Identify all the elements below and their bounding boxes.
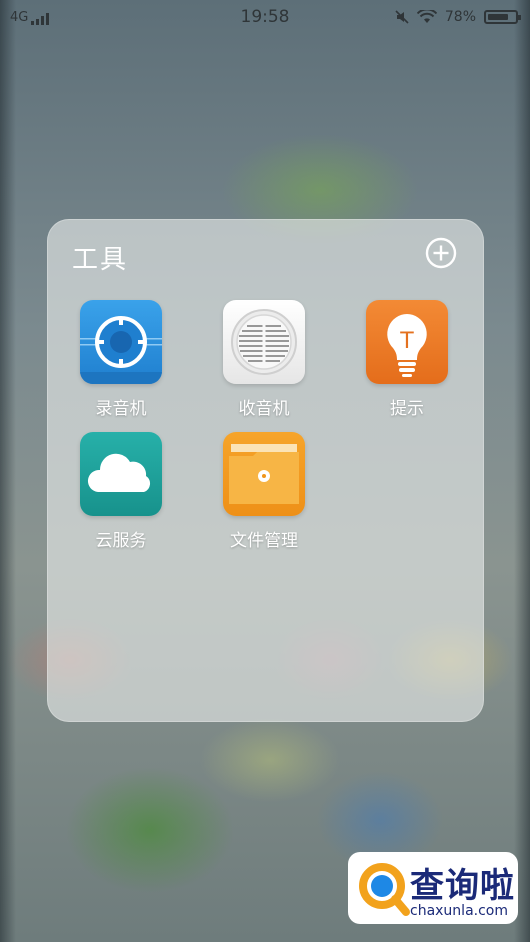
recorder-icon <box>80 300 162 384</box>
app-file-manager[interactable]: 文件管理 <box>204 432 324 551</box>
screen-edge-shadow-right <box>514 0 530 942</box>
folder-icon <box>223 432 305 516</box>
app-tips[interactable]: T 提示 <box>347 300 467 419</box>
folder-title[interactable]: 工具 <box>72 239 128 276</box>
radio-icon <box>223 300 305 384</box>
app-label: 文件管理 <box>230 531 298 551</box>
app-label: 云服务 <box>95 531 147 551</box>
add-app-button[interactable] <box>425 237 457 269</box>
app-label: 收音机 <box>238 399 290 419</box>
app-folder-panel: 工具 录音机 收音机 T 提示 云服务 文件管理 <box>47 219 484 722</box>
status-bar: 4G 19:58 78% <box>0 0 530 34</box>
status-icons: 78% <box>395 9 521 25</box>
battery-percent: 78% <box>444 9 476 25</box>
watermark-url: chaxunla.com <box>410 903 508 919</box>
cloud-icon <box>80 432 162 516</box>
watermark-title: 查询啦 <box>410 866 515 906</box>
battery-icon <box>484 10 521 24</box>
app-label: 提示 <box>390 399 424 419</box>
screen-edge-shadow-left <box>0 0 16 942</box>
app-radio[interactable]: 收音机 <box>204 300 324 419</box>
app-cloud-service[interactable]: 云服务 <box>61 432 181 551</box>
wifi-icon <box>416 10 437 23</box>
battery-level <box>488 14 509 20</box>
mute-icon <box>395 10 409 24</box>
svg-text:T: T <box>399 329 414 354</box>
lightbulb-icon: T <box>366 300 448 384</box>
app-recorder[interactable]: 录音机 <box>61 300 181 419</box>
site-watermark: 查询啦 chaxunla.com <box>348 852 518 924</box>
app-label: 录音机 <box>95 399 147 419</box>
magnifier-logo-icon <box>359 863 410 916</box>
